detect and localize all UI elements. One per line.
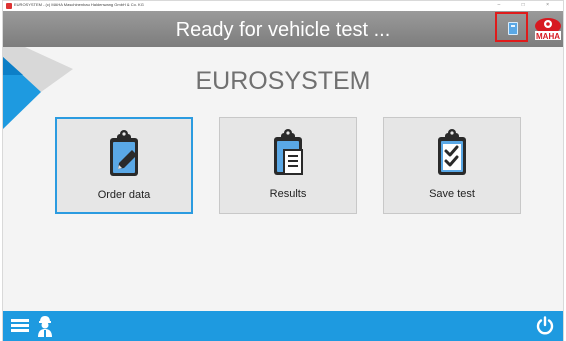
results-label: Results (269, 188, 307, 200)
status-text: Ready for vehicle test ... (175, 19, 391, 41)
eurosystem-title: EUROSYSTEM (195, 67, 371, 95)
window-title: EUROSYSTEM - (c) MAHA Maschinenbau Halde… (14, 2, 144, 7)
app-icon (6, 3, 12, 9)
calculator-screen (511, 25, 515, 27)
power-icon[interactable] (535, 316, 555, 336)
save-test-button[interactable]: Save test (383, 117, 521, 214)
main-content: EUROSYSTEM Order data Results Save test (3, 47, 563, 311)
clipboard-checklist-icon (438, 129, 466, 175)
order-data-button[interactable]: Order data (55, 117, 193, 214)
save-test-label: Save test (429, 188, 475, 200)
mechanic-user-icon[interactable] (36, 315, 54, 337)
order-data-label: Order data (97, 189, 151, 201)
app-window: EUROSYSTEM - (c) MAHA Maschinenbau Halde… (2, 0, 564, 341)
calculator-button[interactable] (495, 12, 528, 42)
svg-text:MAHA: MAHA (536, 32, 560, 41)
window-controls[interactable]: – □ × (498, 2, 560, 8)
results-button[interactable]: Results (219, 117, 357, 214)
window-titlebar: EUROSYSTEM - (c) MAHA Maschinenbau Halde… (3, 1, 563, 11)
maha-logo: MAHA (535, 18, 561, 41)
clipboard-pencil-icon (110, 130, 138, 176)
hamburger-menu-icon[interactable] (11, 319, 29, 333)
bottom-toolbar (3, 311, 563, 341)
calculator-icon (508, 22, 518, 35)
status-header: Ready for vehicle test ... MAHA (3, 11, 563, 47)
clipboard-document-icon (274, 129, 303, 175)
